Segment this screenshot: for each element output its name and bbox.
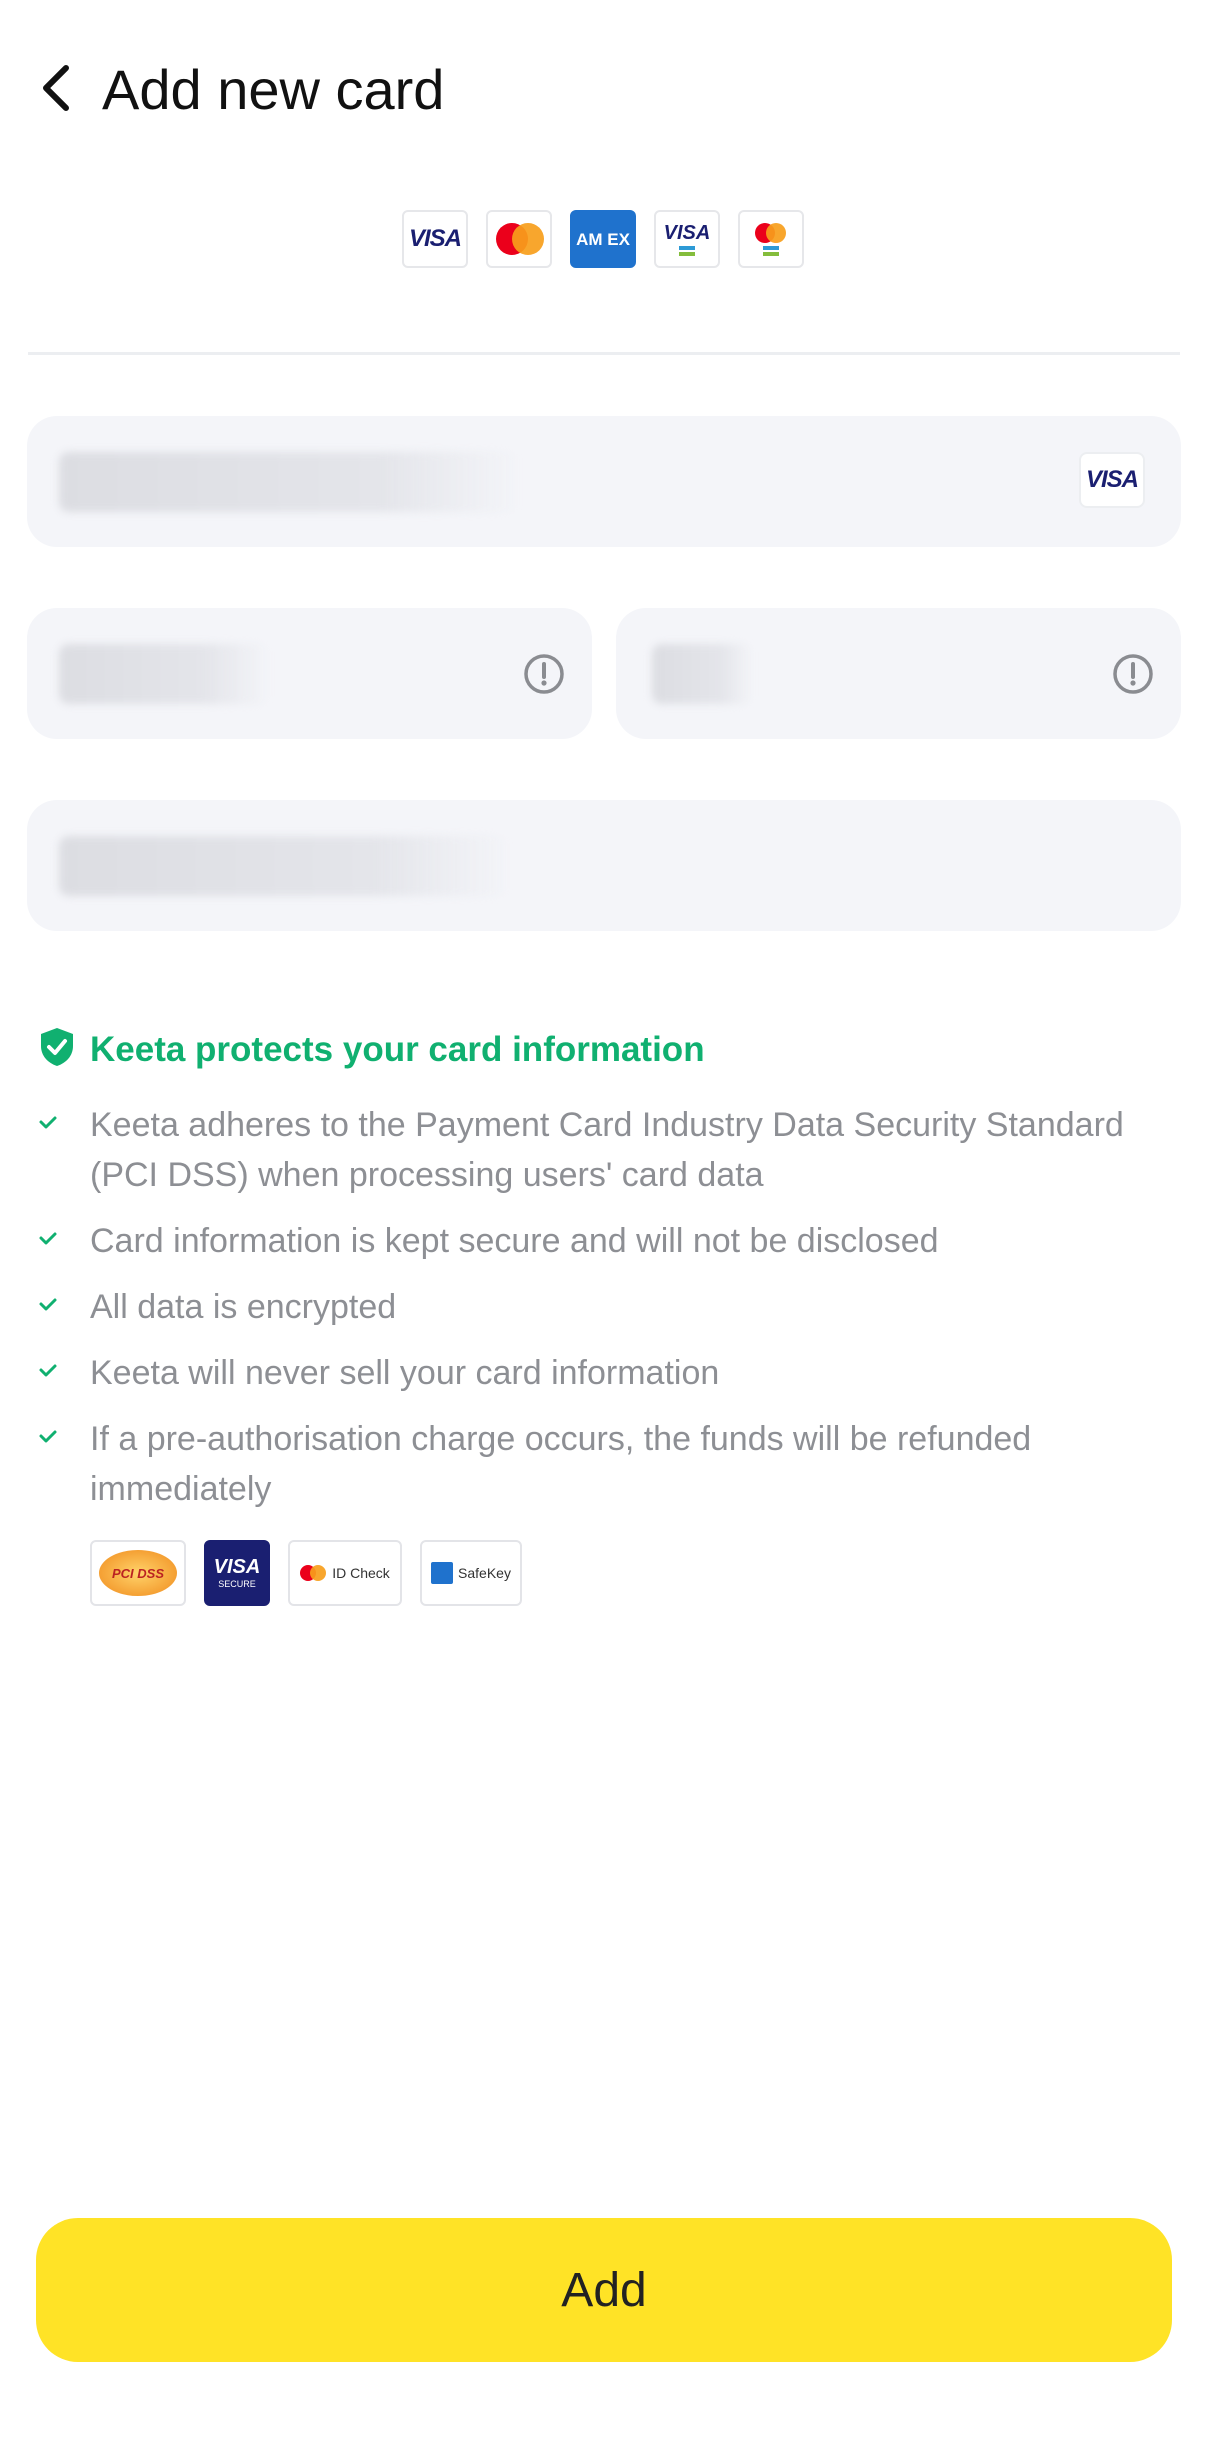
id-check-text: ID Check — [332, 1565, 390, 1581]
mastercard-id-check-badge: ID Check — [288, 1540, 402, 1606]
amex-safekey-badge: SafeKey — [420, 1540, 522, 1606]
visa-mada-logo-text: VISA — [663, 221, 711, 244]
check-icon — [38, 1428, 68, 1449]
protection-point-text: Card information is kept secure and will… — [90, 1222, 939, 1260]
protection-point: Card information is kept secure and will… — [38, 1216, 1178, 1266]
shield-check-icon — [38, 1026, 76, 1073]
expiry-info-icon[interactable] — [522, 652, 566, 696]
protection-point: Keeta adheres to the Payment Card Indust… — [38, 1100, 1178, 1200]
visa-logo: VISA — [402, 210, 468, 268]
divider — [28, 352, 1180, 355]
protection-header: Keeta protects your card information — [38, 1026, 705, 1073]
card-number-field[interactable]: VISA — [27, 416, 1181, 547]
cardholder-name-field[interactable] — [27, 800, 1181, 931]
add-card-screen: Add new card VISA AM EX VISA VISA Keeta … — [0, 0, 1206, 2458]
card-brand-visa-icon: VISA — [1079, 452, 1145, 508]
cvv-value-redacted — [652, 644, 752, 704]
visa-secure-top-text: VISA — [213, 1556, 261, 1578]
cvv-field[interactable] — [616, 608, 1181, 739]
visa-mada-logo: VISA — [654, 210, 720, 268]
expiry-date-field[interactable] — [27, 608, 592, 739]
visa-logo-text: VISA — [408, 225, 462, 252]
protection-point-text: Keeta will never sell your card informat… — [90, 1354, 720, 1392]
amex-logo-text: AM EX — [576, 229, 630, 249]
add-button-label: Add — [561, 2263, 647, 2317]
protection-point-text: If a pre-authorisation charge occurs, th… — [90, 1420, 1032, 1508]
protection-point: If a pre-authorisation charge occurs, th… — [38, 1414, 1178, 1514]
cardholder-name-value-redacted — [59, 836, 509, 896]
check-icon — [38, 1114, 68, 1135]
expiry-date-value-redacted — [59, 644, 269, 704]
card-brand-label: VISA — [1085, 466, 1139, 493]
cvv-info-icon[interactable] — [1111, 652, 1155, 696]
pci-dss-badge: PCI DSS — [90, 1540, 186, 1606]
visa-secure-bottom-text: SECURE — [218, 1579, 256, 1589]
protection-points: Keeta adheres to the Payment Card Indust… — [38, 1100, 1178, 1530]
check-icon — [38, 1230, 68, 1251]
add-button[interactable]: Add — [36, 2218, 1172, 2362]
safekey-text: SafeKey — [458, 1565, 511, 1581]
mastercard-mada-logo — [738, 210, 804, 268]
amex-logo: AM EX — [570, 210, 636, 268]
security-badges: PCI DSS VISA SECURE ID Check SafeKey — [90, 1540, 522, 1606]
mastercard-logo — [486, 210, 552, 268]
check-icon — [38, 1362, 68, 1383]
protection-point-text: Keeta adheres to the Payment Card Indust… — [90, 1106, 1124, 1194]
page-title: Add new card — [102, 58, 445, 121]
visa-secure-badge: VISA SECURE — [204, 1540, 270, 1606]
amex-box-icon — [431, 1562, 454, 1584]
header: Add new card — [0, 40, 1206, 140]
pci-dss-badge-text: PCI DSS — [111, 1565, 164, 1581]
protection-point: All data is encrypted — [38, 1282, 1178, 1332]
protection-title: Keeta protects your card information — [90, 1029, 705, 1069]
card-number-value-redacted — [59, 452, 519, 512]
back-icon[interactable] — [28, 58, 88, 118]
protection-point-text: All data is encrypted — [90, 1288, 397, 1326]
check-icon — [38, 1296, 68, 1317]
accepted-card-brands: VISA AM EX VISA — [0, 210, 1206, 268]
protection-point: Keeta will never sell your card informat… — [38, 1348, 1178, 1398]
